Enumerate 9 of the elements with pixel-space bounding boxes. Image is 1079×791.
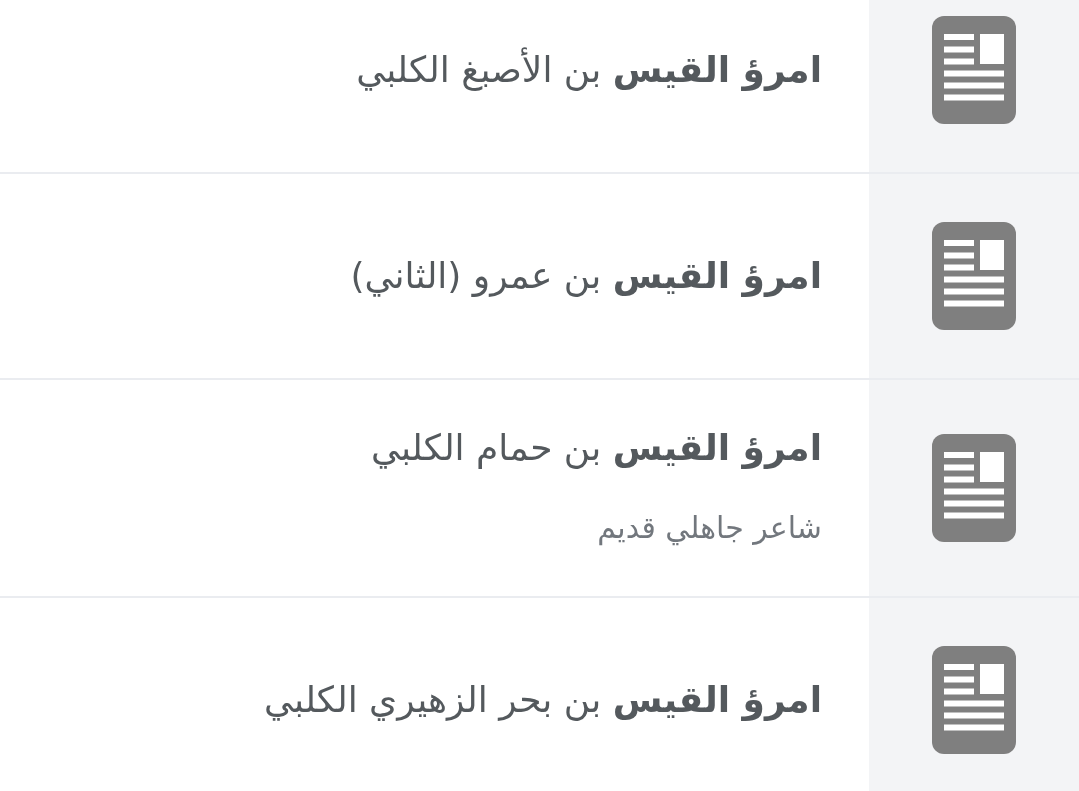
document-icon [932, 222, 1016, 330]
document-icon [932, 646, 1016, 754]
document-icon [932, 434, 1016, 542]
result-description: شاعر جاهلي قديم [597, 509, 822, 548]
document-icon [932, 16, 1016, 124]
result-title[interactable]: امرؤ القيس بن حمام الكلبي [371, 420, 822, 476]
result-title[interactable]: امرؤ القيس بن بحر الزهيري الكلبي [264, 672, 822, 728]
result-title[interactable]: امرؤ القيس بن عمرو (الثاني) [350, 248, 822, 304]
result-title[interactable]: امرؤ القيس بن الأصبغ الكلبي [356, 42, 822, 98]
